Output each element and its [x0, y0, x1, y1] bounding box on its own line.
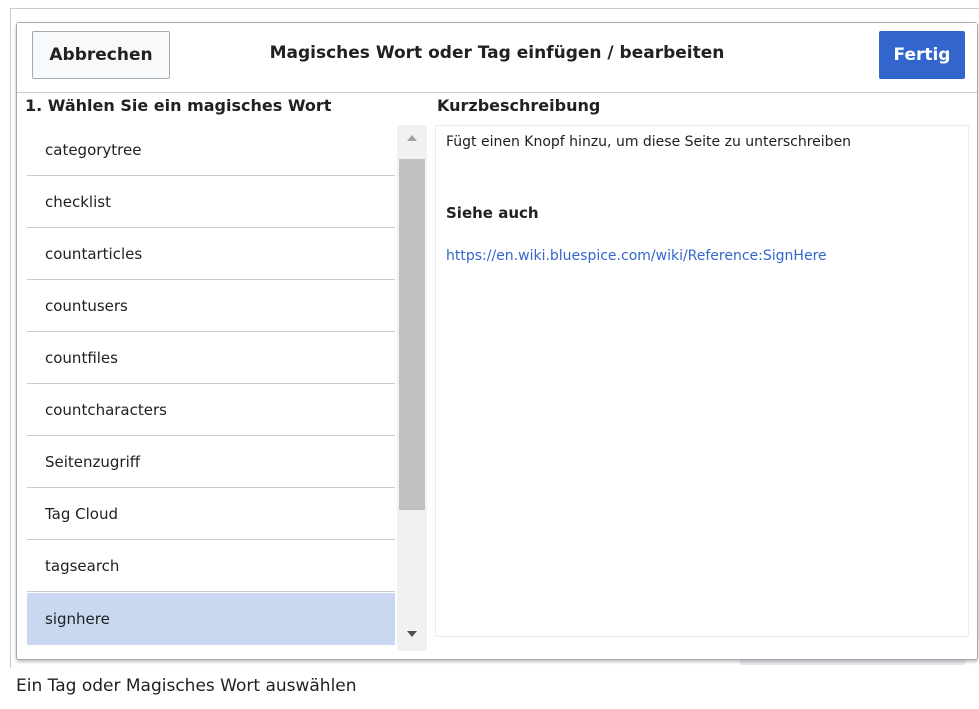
- list-item-categorytree[interactable]: categorytree: [27, 125, 395, 176]
- see-also-heading: Siehe auch: [446, 204, 539, 222]
- list-item-seitenzugriff[interactable]: Seitenzugriff: [27, 437, 395, 488]
- description-text: Fügt einen Knopf hinzu, um diese Seite z…: [446, 134, 852, 150]
- dialog-header: Abbrechen Magisches Wort oder Tag einfüg…: [17, 23, 977, 93]
- done-button[interactable]: Fertig: [879, 31, 965, 79]
- magic-word-list[interactable]: categorytree checklist countarticles cou…: [27, 125, 427, 651]
- list-item-tagsearch[interactable]: tagsearch: [27, 541, 395, 592]
- page-frame-top: [10, 8, 979, 9]
- scrollbar-thumb[interactable]: [399, 159, 425, 510]
- description-panel: Fügt einen Knopf hinzu, um diese Seite z…: [435, 125, 969, 637]
- triangle-up-icon[interactable]: [407, 135, 417, 141]
- list-item-checklist[interactable]: checklist: [27, 177, 395, 228]
- image-caption: Ein Tag oder Magisches Wort auswählen: [16, 676, 357, 696]
- magic-word-dialog: Abbrechen Magisches Wort oder Tag einfüg…: [16, 22, 978, 660]
- list-scrollbar[interactable]: [397, 125, 427, 651]
- triangle-down-icon[interactable]: [407, 631, 417, 637]
- list-item-countfiles[interactable]: countfiles: [27, 333, 395, 384]
- description-heading: Kurzbeschreibung: [437, 96, 601, 115]
- reference-link[interactable]: https://en.wiki.bluespice.com/wiki/Refer…: [446, 248, 827, 264]
- list-item-signhere[interactable]: signhere: [27, 593, 395, 645]
- dialog-title: Magisches Wort oder Tag einfügen / bearb…: [269, 43, 725, 63]
- cancel-button[interactable]: Abbrechen: [32, 31, 170, 79]
- list-item-tag-cloud[interactable]: Tag Cloud: [27, 489, 395, 540]
- list-item-countcharacters[interactable]: countcharacters: [27, 385, 395, 436]
- list-item-countusers[interactable]: countusers: [27, 281, 395, 332]
- list-heading: 1. Wählen Sie ein magisches Wort: [25, 96, 332, 115]
- page-frame-left: [10, 8, 11, 668]
- list-item-countarticles[interactable]: countarticles: [27, 229, 395, 280]
